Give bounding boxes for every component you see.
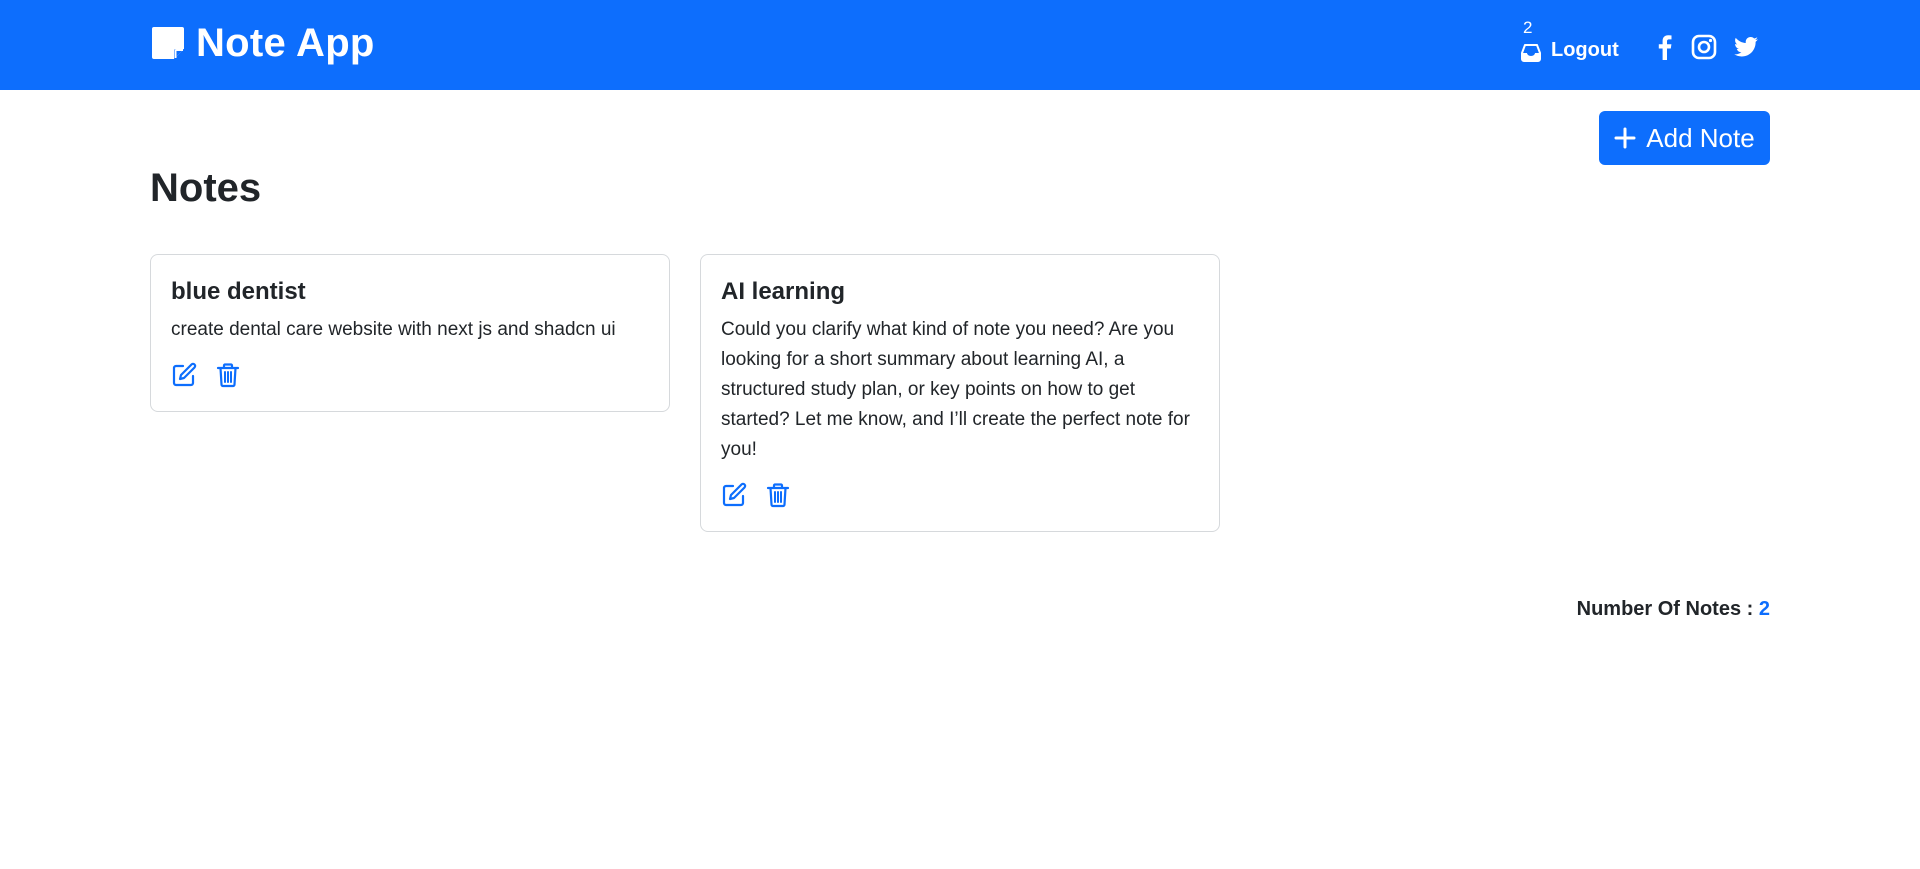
add-note-button[interactable]: Add Note xyxy=(1599,111,1770,165)
note-body: create dental care website with next js … xyxy=(171,319,616,340)
note-title: blue dentist xyxy=(171,278,306,305)
inbox-icon xyxy=(1521,44,1541,62)
note-body: Could you clarify what kind of note you … xyxy=(721,319,1190,460)
twitter-icon[interactable] xyxy=(1733,34,1759,60)
note-title: AI learning xyxy=(721,278,846,305)
sticky-note-icon xyxy=(152,27,184,59)
edit-icon[interactable] xyxy=(171,362,197,388)
facebook-icon[interactable] xyxy=(1652,34,1678,60)
navbar: Note App 2 Logout xyxy=(0,0,1920,90)
notes-count: Number Of Notes : 2 xyxy=(1577,598,1770,621)
trash-icon[interactable] xyxy=(765,482,791,508)
brand-title: Note App xyxy=(196,20,375,65)
page-title: Notes xyxy=(150,166,262,210)
edit-icon[interactable] xyxy=(721,482,747,508)
note-card: blue dentist create dental care website … xyxy=(150,254,670,412)
inbox-count-badge: 2 xyxy=(1523,18,1533,37)
instagram-icon[interactable] xyxy=(1691,34,1717,60)
notes-count-label: Number Of Notes : xyxy=(1576,598,1759,620)
inbox[interactable]: 2 xyxy=(1521,18,1543,74)
logout-label: Logout xyxy=(1551,38,1619,61)
note-actions xyxy=(721,477,1199,513)
trash-icon[interactable] xyxy=(215,362,241,388)
notes-count-value: 2 xyxy=(1758,598,1770,620)
note-actions xyxy=(171,357,649,393)
add-note-label: Add Note xyxy=(1646,122,1755,153)
note-card: AI learning Could you clarify what kind … xyxy=(700,254,1220,532)
logout-button[interactable]: 2 Logout xyxy=(1521,18,1619,74)
brand-link[interactable]: Note App xyxy=(150,18,375,68)
plus-icon xyxy=(1614,127,1636,149)
